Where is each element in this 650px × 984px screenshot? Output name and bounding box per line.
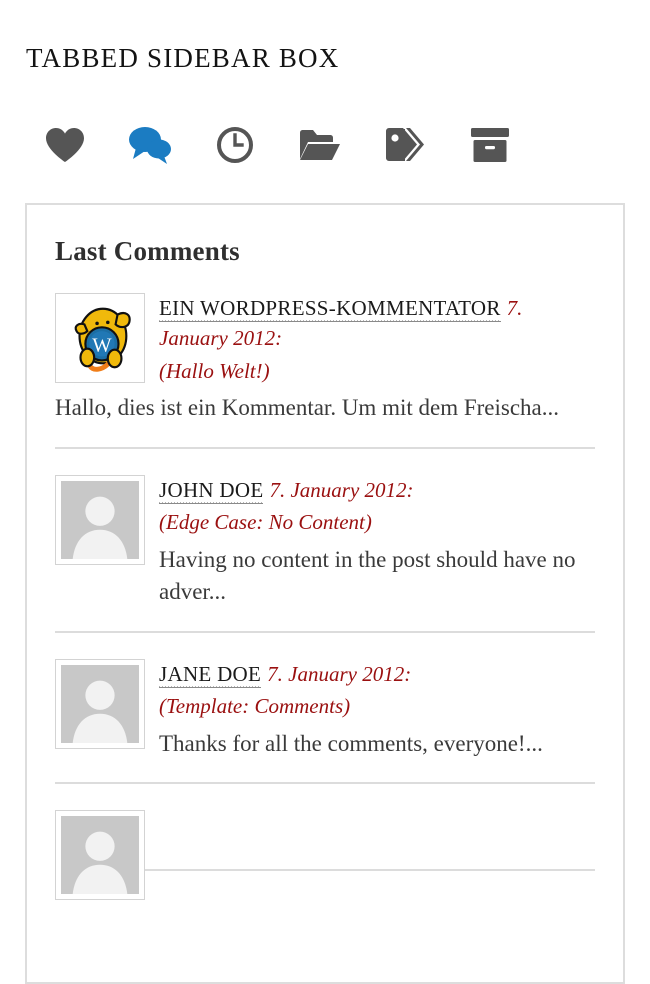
mystery-person-avatar (61, 480, 139, 559)
comment-item: JOHN DOE 7. January 2012: (Edge Case: No … (55, 449, 595, 633)
comment-date: 7. January 2012: (267, 661, 412, 686)
comment-item (55, 784, 595, 901)
comment-body (159, 810, 595, 846)
tab-tags[interactable] (380, 120, 430, 170)
comment-post-link[interactable]: (Edge Case: No Content) (159, 507, 595, 537)
tags-icon (383, 127, 427, 163)
comment-date: 7. January 2012: (269, 477, 414, 502)
avatar (55, 474, 145, 565)
tab-archives[interactable] (465, 120, 515, 170)
comment-list: W EIN WORDPRESS-KOMMENTATOR 7. January 20… (55, 269, 595, 901)
comment-meta: JOHN DOE 7. January 2012: (Edge Case: No … (159, 475, 595, 538)
tab-categories[interactable] (295, 120, 345, 170)
comment-item: W EIN WORDPRESS-KOMMENTATOR 7. January 20… (55, 269, 595, 449)
comment-post-link[interactable]: (Template: Comments) (159, 691, 595, 721)
avatar: W (55, 292, 145, 383)
panel-heading: Last Comments (55, 236, 240, 266)
comment-item: JANE DOE 7. January 2012: (Template: Comm… (55, 633, 595, 785)
tabbed-sidebar-box-widget: TABBED SIDEBAR BOX Last Comments W EIN W… (0, 0, 650, 984)
comment-meta (159, 810, 595, 840)
tab-recent[interactable] (210, 120, 260, 170)
comment-author-link[interactable]: JANE DOE (159, 661, 262, 688)
folder-open-icon (299, 128, 341, 162)
comment-meta: JANE DOE 7. January 2012: (Template: Comm… (159, 659, 595, 722)
comment-excerpt: Thanks for all the comments, everyone!..… (159, 730, 543, 756)
clock-icon (216, 126, 254, 164)
avatar (55, 658, 145, 749)
comments-panel: Last Comments W EIN WORDPRESS-KOMMENTATO… (25, 203, 625, 984)
comment-body: JANE DOE 7. January 2012: (Template: Comm… (159, 659, 595, 761)
tab-navigation (40, 120, 515, 170)
comment-excerpt: Hallo, dies ist ein Kommentar. Um mit de… (55, 395, 560, 421)
tab-popular[interactable] (40, 120, 90, 170)
mystery-person-avatar (61, 816, 139, 895)
comment-body: JOHN DOE 7. January 2012: (Edge Case: No … (159, 475, 595, 609)
archive-box-icon (470, 127, 510, 163)
tab-last-comments[interactable] (125, 120, 175, 170)
widget-title: TABBED SIDEBAR BOX (26, 43, 340, 74)
mystery-person-avatar (61, 664, 139, 743)
heart-icon (45, 127, 85, 163)
wapuu-avatar: W (61, 299, 139, 377)
comment-excerpt: Having no content in the post should hav… (159, 546, 576, 605)
comments-icon (128, 126, 172, 164)
comment-author-link[interactable]: JOHN DOE (159, 477, 264, 504)
avatar (55, 810, 145, 901)
comment-author-link[interactable]: EIN WORDPRESS-KOMMENTATOR (159, 295, 501, 322)
